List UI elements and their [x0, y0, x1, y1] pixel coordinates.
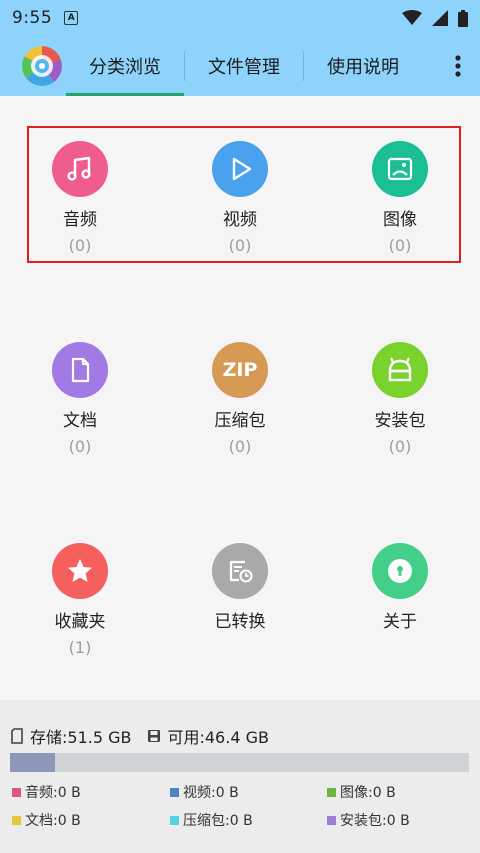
category-label: 图像	[383, 210, 417, 230]
cell-signal-icon	[432, 10, 448, 26]
play-icon	[212, 141, 268, 197]
android-icon	[372, 342, 428, 398]
tab-label: 文件管理	[208, 57, 280, 78]
legend-video: 视频:0 B	[170, 782, 239, 802]
category-count: (0)	[388, 437, 412, 456]
category-label: 视频	[223, 210, 257, 230]
category-label: 已转换	[214, 612, 266, 632]
legend-swatch	[327, 787, 336, 797]
category-label: 音频	[63, 210, 97, 230]
tab-instructions[interactable]: 使用说明	[304, 36, 422, 96]
app-bar: 分类浏览 文件管理 使用说明	[0, 36, 480, 96]
category-converted[interactable]: 已转换	[175, 543, 305, 638]
category-documents[interactable]: 文档 (0)	[15, 342, 145, 456]
category-label: 收藏夹	[54, 612, 106, 632]
tab-label: 分类浏览	[89, 57, 161, 78]
category-apk[interactable]: 安装包 (0)	[335, 342, 465, 456]
info-lock-icon	[372, 543, 428, 599]
zip-icon: ZIP	[212, 342, 268, 398]
category-favorites[interactable]: 收藏夹 (1)	[15, 543, 145, 657]
legend-label: 视频:0 B	[183, 785, 239, 801]
storage-usage-fill	[10, 753, 55, 772]
storage-summary: 存储:51.5 GB 可用:46.4 GB	[10, 724, 269, 748]
legend-label: 音频:0 B	[25, 785, 81, 801]
status-time: 9:55	[12, 8, 53, 28]
category-count: (0)	[228, 236, 252, 255]
category-image[interactable]: 图像 (0)	[335, 141, 465, 255]
category-audio[interactable]: 音频 (0)	[15, 141, 145, 255]
zip-icon-text: ZIP	[222, 359, 258, 381]
sd-card-icon	[11, 728, 23, 744]
overflow-menu-button[interactable]	[436, 36, 480, 96]
legend-image: 图像:0 B	[327, 782, 396, 802]
star-icon	[52, 543, 108, 599]
storage-panel: 存储:51.5 GB 可用:46.4 GB 音频:0 B 视频:0 B 图像:0…	[0, 700, 480, 853]
category-label: 关于	[383, 612, 417, 632]
legend-label: 图像:0 B	[340, 785, 396, 801]
category-count: (0)	[388, 236, 412, 255]
category-label: 安装包	[374, 411, 426, 431]
category-count: (0)	[68, 236, 92, 255]
category-archives[interactable]: ZIP 压缩包 (0)	[175, 342, 305, 456]
storage-usage-bar	[10, 753, 469, 772]
category-count: (1)	[68, 638, 92, 657]
tab-file-manager[interactable]: 文件管理	[185, 36, 303, 96]
status-bar: 9:55 A	[0, 0, 480, 36]
legend-label: 文档:0 B	[25, 813, 81, 829]
battery-icon	[458, 9, 468, 27]
app-logo-icon	[22, 46, 62, 86]
storage-total: 存储:51.5 GB	[30, 728, 132, 747]
image-icon	[372, 141, 428, 197]
category-label: 压缩包	[214, 411, 266, 431]
legend-swatch	[12, 787, 21, 797]
category-label: 文档	[63, 411, 97, 431]
legend-archives: 压缩包:0 B	[170, 810, 253, 830]
legend-apk: 安装包:0 B	[327, 810, 410, 830]
save-disk-icon	[148, 730, 161, 742]
legend-swatch	[170, 815, 179, 825]
status-icons	[402, 9, 468, 27]
notification-a-icon: A	[64, 11, 79, 25]
storage-free: 可用:46.4 GB	[167, 728, 269, 747]
legend-swatch	[12, 815, 21, 825]
tab-category-browse[interactable]: 分类浏览	[66, 36, 184, 96]
category-about[interactable]: 关于	[335, 543, 465, 638]
legend-swatch	[327, 815, 336, 825]
document-icon	[52, 342, 108, 398]
category-count: (0)	[68, 437, 92, 456]
category-count: (0)	[228, 437, 252, 456]
legend-documents: 文档:0 B	[12, 810, 81, 830]
music-note-icon	[52, 141, 108, 197]
legend-swatch	[170, 787, 179, 797]
more-vert-icon	[455, 55, 461, 77]
wifi-icon	[402, 10, 422, 25]
converted-history-icon	[212, 543, 268, 599]
legend-audio: 音频:0 B	[12, 782, 81, 802]
legend-label: 压缩包:0 B	[183, 813, 253, 829]
category-video[interactable]: 视频 (0)	[175, 141, 305, 255]
legend-label: 安装包:0 B	[340, 813, 410, 829]
tab-label: 使用说明	[327, 57, 399, 78]
